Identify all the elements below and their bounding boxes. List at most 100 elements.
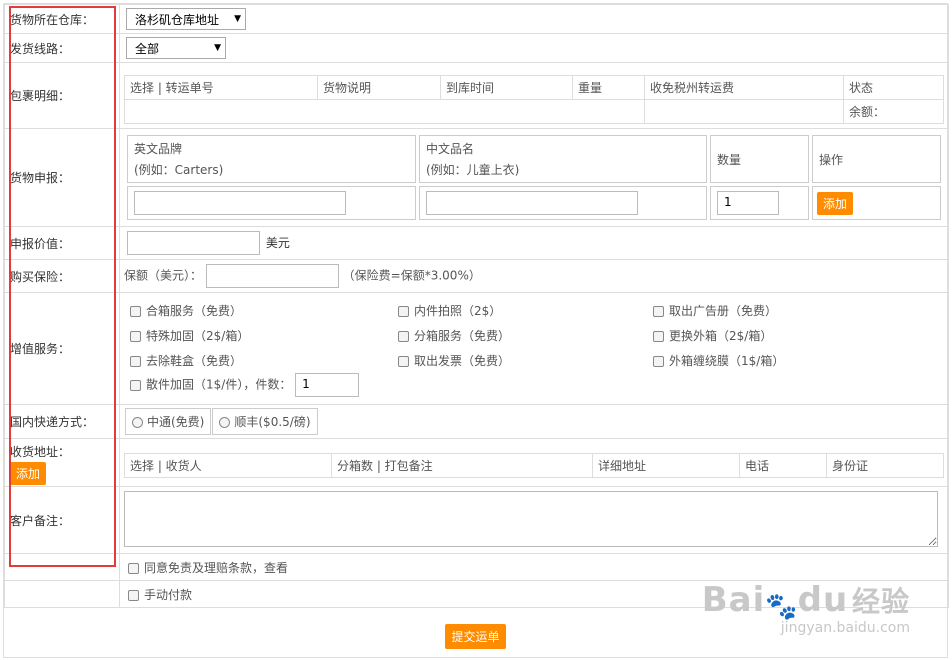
- address-col-id: 身份证: [826, 453, 944, 478]
- checkbox-icon[interactable]: [130, 356, 141, 367]
- route-label: 发货线路：: [4, 33, 120, 63]
- add-address-button[interactable]: 添加: [10, 462, 47, 485]
- insurance-amount-input[interactable]: [205, 264, 339, 288]
- row-parcel: 包裹明细： 选择 | 转运单号 货物说明 到库时间 重量 收免税州转运费 状态 …: [4, 62, 949, 129]
- service-item[interactable]: 取出广告册（免费）: [653, 302, 913, 319]
- qty-header: 数量: [710, 135, 809, 183]
- cn-name-input[interactable]: [426, 191, 638, 215]
- checkbox-icon[interactable]: [130, 331, 141, 342]
- domestic-label: 国内快递方式：: [4, 404, 120, 439]
- submit-area: 提交运单: [4, 608, 947, 649]
- row-value-added: 增值服务： 合箱服务（免费） 内件拍照（2$） 取出广告册（免费） 特殊加固（2…: [4, 292, 949, 405]
- form-container: 货物所在仓库： 洛杉矶仓库地址 ▼ 发货线路： 全部 ▼ 包裹明细： 选择 | …: [3, 3, 949, 658]
- cn-name-header: 中文品名 (例如：儿童上衣): [419, 135, 707, 183]
- warehouse-label: 货物所在仓库：: [4, 4, 120, 34]
- en-brand-header: 英文品牌 (例如：Carters): [127, 135, 416, 183]
- service-item[interactable]: 更换外箱（2$/箱）: [653, 327, 913, 344]
- declaration-label: 货物申报：: [4, 128, 120, 227]
- parcel-table: 选择 | 转运单号 货物说明 到库时间 重量 收免税州转运费 状态 余额：: [124, 75, 944, 124]
- checkbox-icon[interactable]: [653, 306, 664, 317]
- service-item[interactable]: 外箱缠绕膜（1$/箱）: [653, 352, 913, 369]
- service-item[interactable]: 内件拍照（2$）: [398, 302, 653, 319]
- waybill-form: 货物所在仓库： 洛杉矶仓库地址 ▼ 发货线路： 全部 ▼ 包裹明细： 选择 | …: [4, 4, 949, 608]
- row-warehouse: 货物所在仓库： 洛杉矶仓库地址 ▼: [4, 4, 949, 34]
- checkbox-icon[interactable]: [128, 562, 139, 574]
- en-brand-input[interactable]: [134, 191, 346, 215]
- value-added-label: 增值服务：: [4, 292, 120, 405]
- radio-sf[interactable]: 顺丰($0.5/磅): [212, 408, 318, 435]
- route-select[interactable]: 全部 ▼: [126, 37, 226, 59]
- service-item[interactable]: 去除鞋盒（免费）: [130, 352, 398, 369]
- bulk-reinforce-label: 散件加固（1$/件），件数：: [146, 377, 292, 392]
- insurance-prefix: 保额（美元）：: [124, 268, 203, 283]
- qty-input[interactable]: 1: [717, 191, 779, 215]
- dropdown-arrow-icon: ▼: [234, 14, 241, 24]
- radio-zto[interactable]: 中通(免费): [125, 408, 212, 435]
- cn-name-example: (例如：儿童上衣): [426, 163, 520, 177]
- address-table: 选择 | 收货人 分箱数 | 打包备注 详细地址 电话 身份证: [124, 453, 944, 478]
- radio-icon[interactable]: [219, 417, 231, 428]
- warehouse-select-value: 洛杉矶仓库地址: [135, 12, 220, 27]
- row-declared-value: 申报价值： 美元: [4, 226, 949, 260]
- declared-value-unit: 美元: [265, 235, 290, 250]
- service-item[interactable]: 合箱服务（免费）: [130, 302, 398, 319]
- address-col-detail: 详细地址: [592, 453, 740, 478]
- checkbox-icon[interactable]: [130, 306, 141, 317]
- agree-text: 同意免责及理赔条款，查看: [144, 560, 289, 575]
- checkbox-icon[interactable]: [128, 589, 139, 601]
- parcel-header-row: 选择 | 转运单号 货物说明 到库时间 重量 收免税州转运费 状态: [124, 75, 944, 100]
- parcel-col-time: 到库时间: [440, 75, 573, 100]
- warehouse-select[interactable]: 洛杉矶仓库地址 ▼: [126, 8, 246, 30]
- op-header: 操作: [812, 135, 941, 183]
- address-label: 收货地址：: [10, 445, 71, 459]
- checkbox-icon[interactable]: [398, 356, 409, 367]
- remark-textarea[interactable]: [124, 490, 938, 547]
- en-brand-title: 英文品牌: [134, 142, 183, 156]
- row-domestic: 国内快递方式： 中通(免费) 顺丰($0.5/磅): [4, 404, 949, 439]
- route-select-value: 全部: [135, 41, 160, 56]
- add-goods-button[interactable]: 添加: [817, 191, 854, 215]
- parcel-label: 包裹明细：: [4, 62, 120, 129]
- row-remark: 客户备注：: [4, 486, 949, 554]
- declared-value-label: 申报价值：: [4, 226, 120, 260]
- radio-icon[interactable]: [132, 417, 143, 428]
- bulk-reinforce-row: 散件加固（1$/件），件数： 1: [124, 371, 944, 397]
- parcel-col-weight: 重量: [572, 75, 645, 100]
- address-col-phone: 电话: [739, 453, 827, 478]
- value-added-grid: 合箱服务（免费） 内件拍照（2$） 取出广告册（免费） 特殊加固（2$/箱） 分…: [124, 300, 944, 371]
- row-address: 收货地址： 添加 选择 | 收货人 分箱数 | 打包备注 详细地址 电话 身份证: [4, 438, 949, 487]
- row-insurance: 购买保险： 保额（美元）： （保险费=保额*3.00%）: [4, 259, 949, 293]
- service-item[interactable]: 取出发票（免费）: [398, 352, 653, 369]
- insurance-label: 购买保险：: [4, 259, 120, 293]
- checkbox-icon[interactable]: [130, 379, 141, 391]
- declaration-table: 英文品牌 (例如：Carters) 中文品名 (例如：儿童上衣) 数量 操作 1…: [124, 132, 944, 223]
- address-col-receiver: 选择 | 收货人: [124, 453, 332, 478]
- cn-name-title: 中文品名: [426, 142, 475, 156]
- declared-value-input[interactable]: [127, 231, 260, 255]
- checkbox-icon[interactable]: [653, 331, 664, 342]
- manual-pay-text: 手动付款: [144, 587, 193, 602]
- service-item[interactable]: 特殊加固（2$/箱）: [130, 327, 398, 344]
- parcel-balance: 余额：: [843, 99, 944, 124]
- address-col-packing: 分箱数 | 打包备注: [331, 453, 593, 478]
- service-item[interactable]: 分箱服务（免费）: [398, 327, 653, 344]
- dropdown-arrow-icon: ▼: [214, 43, 221, 53]
- row-manual-pay: 手动付款: [4, 580, 949, 608]
- en-brand-example: (例如：Carters): [134, 163, 224, 177]
- row-declaration: 货物申报： 英文品牌 (例如：Carters) 中文品名 (例如：儿童上衣) 数…: [4, 128, 949, 227]
- parcel-col-fee: 收免税州转运费: [644, 75, 844, 100]
- checkbox-icon[interactable]: [398, 306, 409, 317]
- parcel-col-desc: 货物说明: [317, 75, 441, 100]
- remark-label: 客户备注：: [4, 486, 120, 554]
- submit-waybill-button[interactable]: 提交运单: [445, 624, 506, 649]
- checkbox-icon[interactable]: [398, 331, 409, 342]
- parcel-col-status: 状态: [843, 75, 944, 100]
- bulk-count-input[interactable]: 1: [295, 373, 360, 397]
- parcel-balance-row: 余额：: [124, 99, 944, 124]
- row-route: 发货线路： 全部 ▼: [4, 33, 949, 63]
- parcel-empty-cell: [644, 99, 844, 124]
- checkbox-icon[interactable]: [653, 356, 664, 367]
- parcel-col-select: 选择 | 转运单号: [124, 75, 318, 100]
- insurance-note: （保险费=保额*3.00%）: [342, 268, 481, 283]
- row-agree: 同意免责及理赔条款，查看: [4, 553, 949, 581]
